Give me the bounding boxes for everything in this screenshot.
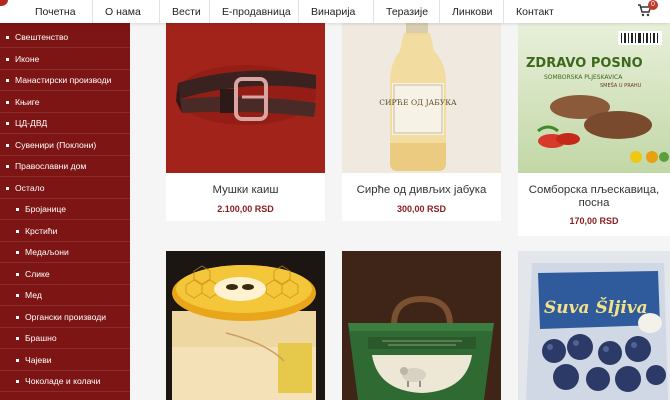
sidebar-item-label: Бројанице [25, 204, 67, 214]
vinegar-bottle-photo[interactable]: СИРЋЕ ОД ЈАБУКА [342, 23, 501, 173]
top-navigation-bar: Почетна О нама Вести Е-продавница Винари… [0, 0, 670, 23]
bullet-icon [16, 229, 19, 233]
product-card[interactable]: СИРЋЕ ОД ЈАБУКА Сирће од дивљих јабука 3… [342, 23, 501, 221]
sidebar-item-orthodox-home[interactable]: Православни дом [0, 156, 130, 177]
sidebar-item-label: Свештенство [15, 32, 69, 42]
nav-about[interactable]: О нама [93, 0, 160, 23]
product-price: 300,00 RSD [396, 204, 447, 214]
bullet-icon [16, 358, 19, 362]
product-card[interactable] [166, 251, 325, 400]
bullet-icon [6, 78, 9, 82]
bullet-icon [16, 207, 19, 211]
sidebar-item-label: ЦД-ДВД [15, 118, 48, 128]
honey-jar-photo[interactable] [166, 251, 325, 400]
sidebar-item-label: Мед [25, 290, 42, 300]
sidebar-item-label: Органски производи [25, 312, 107, 322]
product-name[interactable]: Мушки каиш [166, 184, 325, 197]
sidebar-item-crosses[interactable]: Крстићи [0, 221, 130, 242]
site-logo[interactable] [0, 0, 8, 6]
sidebar-item-label: Чајеви [25, 355, 52, 365]
bullet-icon [6, 100, 9, 104]
sidebar-item-label: Слике [25, 269, 50, 279]
cart-count-badge: 0 [648, 0, 658, 10]
nav-winery[interactable]: Винарија [299, 0, 374, 23]
bullet-icon [16, 336, 19, 340]
sidebar-item-label: Крстићи [25, 226, 58, 236]
sidebar-item-label: Брашно [25, 333, 57, 343]
patty-note-text: SMEŠA U PRAHU [600, 82, 642, 89]
dried-plums-photo[interactable]: Suva Šljiva [518, 251, 670, 400]
sidebar-item-chocolates[interactable]: Чоколаде и колачи [0, 371, 130, 392]
vinegar-label-text: СИРЋЕ ОД ЈАБУКА [379, 98, 457, 107]
sidebar-item-label: Сувенири (Поклони) [15, 140, 97, 150]
bullet-icon [6, 121, 9, 125]
sidebar-item-clergy[interactable]: Свештенство [0, 27, 130, 48]
plums-label-text: Suva Šljiva [544, 297, 648, 318]
sidebar-item-label: Медаљони [25, 247, 69, 257]
product-card[interactable]: Suva Šljiva [518, 251, 670, 400]
sidebar-item-label: Иконе [15, 54, 40, 64]
sidebar-item-flour[interactable]: Брашно [0, 328, 130, 349]
sidebar-item-other[interactable]: Остало [0, 178, 130, 199]
patty-package-photo[interactable]: ZDRAVO POSNO SOMBORSKA PLJESKAVICA SMEŠA… [518, 23, 670, 173]
category-sidebar: Свештенство Иконе Манастирски производи … [0, 23, 130, 400]
product-price: 170,00 RSD [569, 216, 619, 226]
belt-photo[interactable] [166, 23, 325, 173]
patty-brand-text: ZDRAVO POSNO [526, 56, 643, 71]
nav-terazije[interactable]: Теразије [374, 0, 440, 23]
sidebar-item-monastery-products[interactable]: Манастирски производи [0, 70, 130, 91]
bullet-icon [6, 57, 9, 61]
patty-subtitle-text: SOMBORSKA PLJESKAVICA [544, 74, 623, 81]
sidebar-item-pictures[interactable]: Слике [0, 264, 130, 285]
nav-news[interactable]: Вести [160, 0, 210, 23]
product-card[interactable]: Мушки каиш 2.100,00 RSD [166, 23, 325, 221]
bullet-icon [16, 379, 19, 383]
bullet-icon [6, 164, 9, 168]
product-card[interactable]: ZDRAVO POSNO SOMBORSKA PLJESKAVICA SMEŠA… [518, 23, 670, 236]
sidebar-item-icons[interactable]: Иконе [0, 49, 130, 70]
sidebar-item-books[interactable]: Књиге [0, 92, 130, 113]
sidebar-item-teas[interactable]: Чајеви [0, 350, 130, 371]
product-price: 2.100,00 RSD [217, 204, 274, 214]
sidebar-item-cd-dvd[interactable]: ЦД-ДВД [0, 113, 130, 134]
product-card[interactable] [342, 251, 501, 400]
bullet-icon [6, 186, 9, 190]
bullet-icon [6, 35, 9, 39]
sidebar-item-label: Чоколаде и колачи [25, 376, 101, 386]
product-grid: Мушки каиш 2.100,00 RSD СИРЋЕ ОД ЈАБУКА … [130, 23, 670, 400]
main-menu: Почетна О нама Вести Е-продавница Винари… [23, 0, 568, 23]
sidebar-item-organic-products[interactable]: Органски производи [0, 307, 130, 328]
sidebar-item-label: Остало [15, 183, 45, 193]
bullet-icon [16, 293, 19, 297]
bullet-icon [16, 272, 19, 276]
bullet-icon [16, 250, 19, 254]
bullet-icon [16, 315, 19, 319]
nav-contact[interactable]: Контакт [504, 0, 568, 23]
sidebar-item-prayer-ropes[interactable]: Бројанице [0, 199, 130, 220]
sidebar-item-label: Православни дом [15, 161, 87, 171]
cart-button[interactable]: 0 [637, 0, 661, 20]
nav-home[interactable]: Почетна [23, 0, 93, 23]
sidebar-item-label: Манастирски производи [15, 75, 112, 85]
gift-box-photo[interactable] [342, 251, 501, 400]
sidebar-item-partial[interactable] [0, 393, 130, 400]
nav-links[interactable]: Линкови [440, 0, 504, 23]
bullet-icon [6, 143, 9, 147]
nav-eshop[interactable]: Е-продавница [210, 0, 299, 23]
product-name[interactable]: Сирће од дивљих јабука [342, 184, 501, 197]
sidebar-item-souvenirs[interactable]: Сувенири (Поклони) [0, 135, 130, 156]
sidebar-item-label: Књиге [15, 97, 40, 107]
product-name[interactable]: Сомборска пљескавица, посна [518, 184, 670, 210]
sidebar-item-honey[interactable]: Мед [0, 285, 130, 306]
sidebar-item-medallions[interactable]: Медаљони [0, 242, 130, 263]
